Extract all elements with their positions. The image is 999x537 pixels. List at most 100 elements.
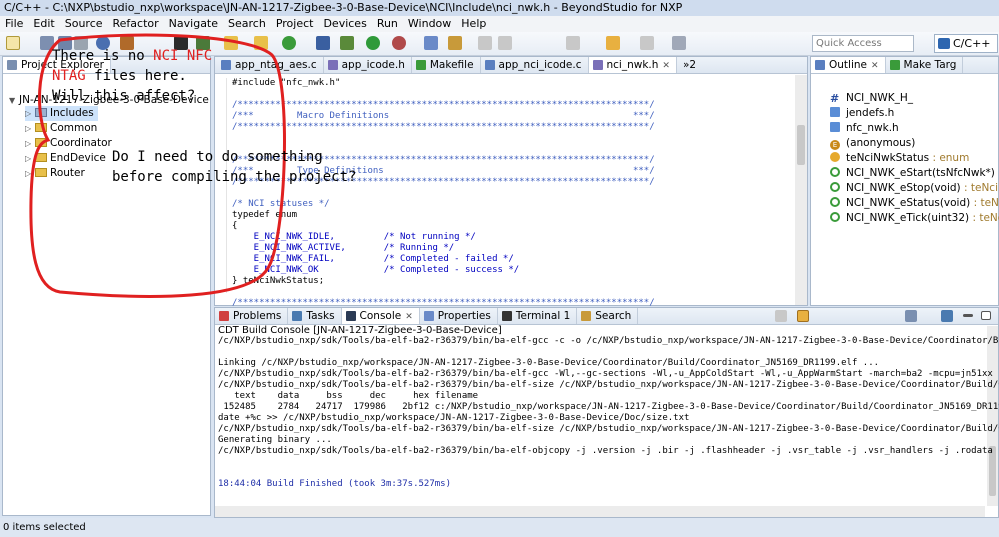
new-class-icon[interactable] (424, 36, 438, 50)
new-icon[interactable] (6, 36, 20, 50)
expand-arrow-icon[interactable]: ▷ (25, 151, 35, 166)
outline-item[interactable]: NCI_NWK_eStatus(void) : teNciNw (830, 196, 999, 211)
tree-item-router[interactable]: ▷ Router (25, 166, 85, 181)
menu-edit[interactable]: Edit (28, 16, 59, 32)
pen-icon[interactable] (478, 36, 492, 50)
console-h-scrollbar[interactable] (215, 506, 985, 517)
pin-editor-icon[interactable] (672, 36, 686, 50)
menu-search[interactable]: Search (223, 16, 271, 32)
external-tools-icon[interactable] (392, 36, 406, 50)
search-icon[interactable] (448, 36, 462, 50)
expand-arrow-icon[interactable]: ▷ (25, 121, 35, 136)
outline-item[interactable]: teNciNwkStatus : enum (830, 151, 969, 166)
open-console-icon[interactable] (941, 310, 953, 322)
menu-project[interactable]: Project (271, 16, 319, 32)
open-folder-icon[interactable] (224, 36, 238, 50)
function-icon (830, 212, 840, 222)
outline-item[interactable]: NCI_NWK_eStop(void) : teNciNwkS (830, 181, 999, 196)
cpp-perspective-icon (938, 38, 950, 49)
outline-item[interactable]: NCI_NWK_eTick(uint32) : teNciNw (830, 211, 999, 226)
outline-icon (815, 60, 825, 70)
menu-devices[interactable]: Devices (318, 16, 371, 32)
run-icon[interactable] (366, 36, 380, 50)
note2-line1: Do I need to do something (112, 149, 323, 165)
menu-navigate[interactable]: Navigate (164, 16, 223, 32)
outline-item[interactable]: nfc_nwk.h (830, 121, 899, 136)
tab-tasks[interactable]: Tasks (288, 308, 342, 324)
tab-app-icode[interactable]: app_icode.h (324, 57, 412, 73)
menu-run[interactable]: Run (372, 16, 403, 32)
outline-item-label: NCI_NWK_H_ (846, 92, 914, 104)
back-icon[interactable] (606, 36, 620, 50)
tab-overflow[interactable]: »2 (677, 57, 702, 73)
close-icon[interactable]: ✕ (871, 61, 879, 71)
outline-item-type: : teNciNw (972, 212, 999, 224)
typedef-icon (830, 152, 840, 162)
h-file-icon (592, 60, 603, 70)
outline-item[interactable]: E (anonymous) (830, 136, 915, 151)
console-line: Generating binary ... (218, 435, 332, 445)
console-line: /c/NXP/bstudio_nxp/sdk/Tools/ba-elf-ba2-… (218, 446, 999, 456)
close-icon[interactable]: ✕ (662, 61, 670, 71)
outline-item[interactable]: # NCI_NWK_H_ (830, 91, 913, 106)
display-console-icon[interactable] (905, 310, 917, 322)
refresh-icon[interactable] (282, 36, 296, 50)
outline-item[interactable]: NCI_NWK_eStart(tsNfcNwk*) : teNci (830, 166, 999, 181)
annotation-icon[interactable] (498, 36, 512, 50)
clear-console-icon[interactable] (775, 310, 787, 322)
tab-outline[interactable]: Outline ✕ (811, 57, 886, 73)
open-type-icon[interactable] (254, 36, 268, 50)
folder-icon (35, 138, 47, 147)
minimize-icon[interactable] (963, 314, 973, 317)
forward-icon[interactable] (640, 36, 654, 50)
annotation-note-2: Do I need to do something before compili… (112, 147, 356, 187)
console-line: /c/NXP/bstudio_nxp/sdk/Tools/ba-elf-ba2-… (218, 369, 999, 379)
tab-app-ntag-aes[interactable]: app_ntag_aes.c (217, 57, 324, 73)
expand-arrow-icon[interactable]: ▷ (25, 106, 35, 121)
tree-item-enddevice[interactable]: ▷ EndDevice (25, 151, 106, 166)
console-line: date +%c >> /c/NXP/bstudio_nxp/workspace… (218, 413, 690, 423)
expand-arrow-icon[interactable]: ▷ (25, 136, 35, 151)
close-icon[interactable]: ✕ (405, 312, 413, 322)
tree-item-coordinator[interactable]: ▷ Coordinator (25, 136, 112, 151)
console-output[interactable]: /c/NXP/bstudio_nxp/sdk/Tools/ba-elf-ba2-… (218, 336, 999, 490)
menu-source[interactable]: Source (60, 16, 108, 32)
note1-question: Will this affect? (52, 88, 196, 104)
outline-item-label: teNciNwkStatus (846, 152, 930, 164)
folder-icon (35, 168, 47, 177)
perspective-cpp-button[interactable]: C/C++ (934, 34, 998, 53)
maximize-icon[interactable] (981, 311, 991, 320)
tree-item-common[interactable]: ▷ Common (25, 121, 97, 136)
console-line: 152485 2784 24717 179986 2bf12 c:/NXP/bs… (218, 402, 999, 412)
collapse-arrow-icon[interactable]: ▼ (9, 93, 19, 108)
debug-icon[interactable] (340, 36, 354, 50)
tab-terminal[interactable]: Terminal 1 (498, 308, 578, 324)
note1-highlight-ntag: NTAG (52, 68, 86, 84)
outline-item-type: : teNci (995, 167, 999, 179)
expand-arrow-icon[interactable]: ▷ (25, 166, 35, 181)
outline-item[interactable]: jendefs.h (830, 106, 894, 121)
menu-help[interactable]: Help (456, 16, 491, 32)
tab-problems[interactable]: Problems (215, 308, 289, 324)
tab-properties[interactable]: Properties (420, 308, 498, 324)
quick-access-input[interactable]: Quick Access (812, 35, 914, 52)
tab-app-nci-icode[interactable]: app_nci_icode.c (481, 57, 589, 73)
menu-window[interactable]: Window (403, 16, 456, 32)
next-annotation-icon[interactable] (566, 36, 580, 50)
tab-nci-nwk[interactable]: nci_nwk.h ✕ (588, 57, 677, 73)
debug-connect-icon[interactable] (316, 36, 330, 50)
outline-item-label: NCI_NWK_eStart(tsNfcNwk*) (846, 167, 995, 179)
scroll-lock-icon[interactable] (797, 310, 809, 322)
outline-item-type: : teNciNw (973, 197, 999, 209)
tab-makefile[interactable]: Makefile (412, 57, 481, 73)
tab-console[interactable]: Console ✕ (341, 308, 420, 324)
tab-make-target[interactable]: Make Targ (886, 57, 964, 73)
tab-search[interactable]: Search (577, 308, 639, 324)
tree-item-includes[interactable]: ▷ Includes (25, 106, 98, 121)
console-line: /c/NXP/bstudio_nxp/sdk/Tools/ba-elf-ba2-… (218, 424, 999, 434)
menu-refactor[interactable]: Refactor (108, 16, 164, 32)
menu-file[interactable]: File (0, 16, 28, 32)
folder-icon (35, 153, 47, 162)
project-explorer-icon (7, 60, 17, 70)
